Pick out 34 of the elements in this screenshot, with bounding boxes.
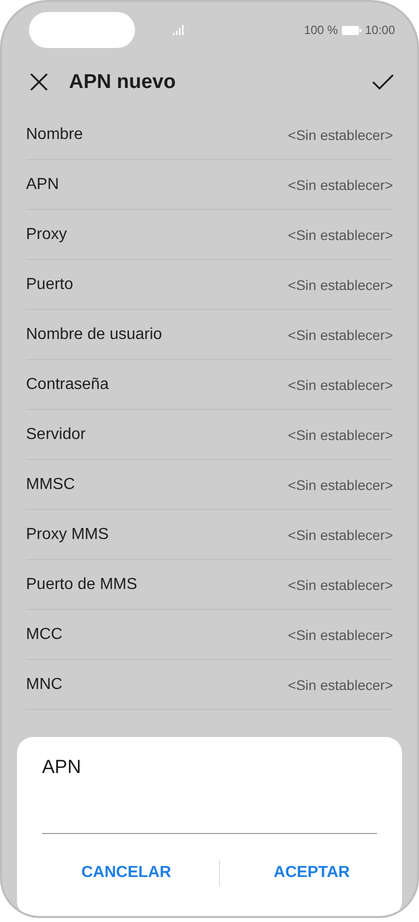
signal-icon bbox=[173, 25, 185, 35]
setting-label[interactable]: APN bbox=[26, 176, 59, 194]
screen-title: APN nuevo bbox=[69, 70, 177, 94]
setting-label[interactable]: Puerto de MMS bbox=[26, 576, 138, 594]
setting-label[interactable]: Contraseña bbox=[26, 376, 109, 394]
setting-value: <Sin establecer> bbox=[288, 576, 393, 592]
setting-label[interactable]: MNC bbox=[26, 676, 62, 694]
setting-value: <Sin establecer> bbox=[288, 226, 393, 242]
setting-value: <Sin establecer> bbox=[288, 276, 393, 292]
setting-value: <Sin establecer> bbox=[288, 476, 393, 492]
setting-value: <Sin establecer> bbox=[288, 626, 393, 642]
battery-icon bbox=[342, 26, 362, 34]
dialog-title: APN bbox=[42, 757, 82, 779]
setting-label[interactable]: Nombre bbox=[26, 126, 83, 144]
setting-label[interactable]: Servidor bbox=[26, 426, 86, 444]
setting-label[interactable]: Puerto bbox=[26, 276, 74, 294]
setting-label[interactable]: Proxy bbox=[26, 226, 67, 244]
clock-time: 10:00 bbox=[364, 23, 395, 37]
setting-value: <Sin establecer> bbox=[288, 376, 393, 392]
setting-label[interactable]: MCC bbox=[26, 626, 62, 644]
setting-value: <Sin establecer> bbox=[288, 426, 393, 442]
setting-label[interactable]: Proxy MMS bbox=[26, 526, 109, 544]
setting-label[interactable]: MMSC bbox=[26, 476, 75, 494]
setting-label[interactable]: Nombre de usuario bbox=[26, 326, 162, 344]
setting-value: <Sin establecer> bbox=[288, 326, 393, 342]
setting-value: <Sin establecer> bbox=[288, 176, 393, 192]
dialog-button[interactable]: ACEPTAR bbox=[220, 858, 404, 888]
dialog-button[interactable]: CANCELAR bbox=[34, 858, 218, 888]
setting-value: <Sin establecer> bbox=[288, 126, 393, 142]
close-icon[interactable] bbox=[30, 73, 48, 91]
setting-value: <Sin establecer> bbox=[288, 676, 393, 692]
setting-value: <Sin establecer> bbox=[288, 526, 393, 542]
checkmark-icon[interactable] bbox=[372, 74, 394, 90]
battery-percent: 100 % bbox=[304, 23, 338, 37]
